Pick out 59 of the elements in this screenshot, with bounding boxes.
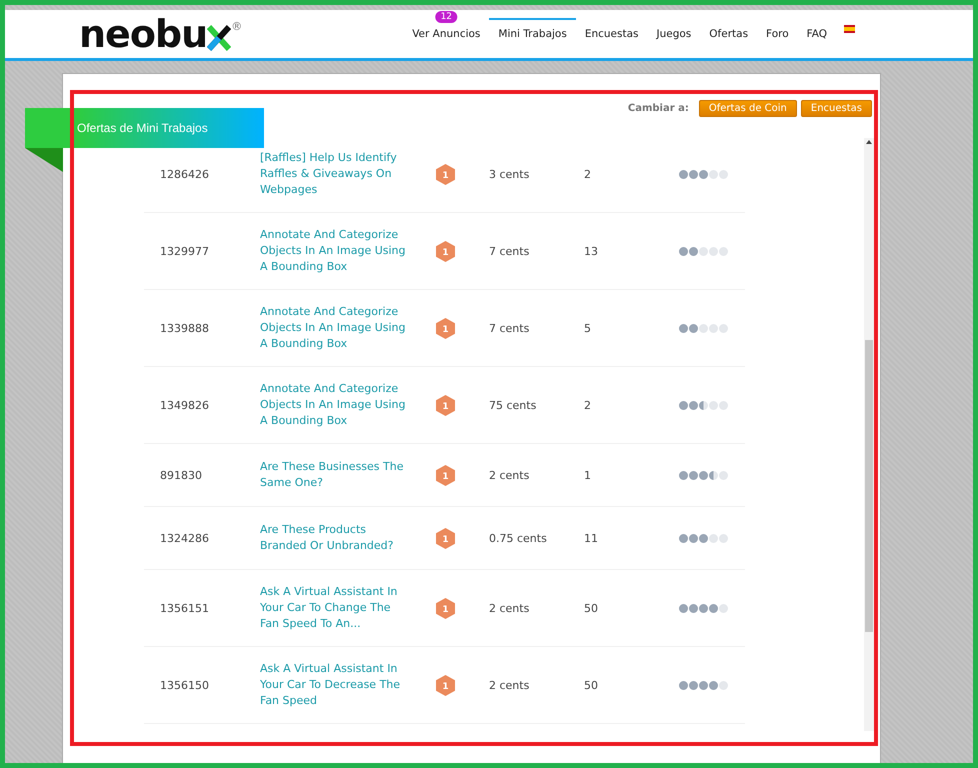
scroll-up-icon[interactable]	[866, 140, 872, 144]
count-badge: 12	[436, 11, 458, 23]
logo: neobu	[79, 14, 208, 54]
task-link[interactable]: Annotate And Categorize Objects In An Image Using A Bounding Box	[260, 381, 410, 429]
task-link[interactable]: Annotate And Categorize Objects In An Image Using A Bounding Box	[260, 304, 410, 352]
task-id: 1356151	[160, 602, 210, 614]
level-badge: 1	[436, 464, 455, 486]
nav-tab[interactable]: Foro	[757, 18, 798, 48]
task-count: 13	[584, 244, 599, 258]
task-link[interactable]: Are These Products Branded Or Unbranded?	[260, 522, 410, 554]
nav-tab[interactable]: Mini Trabajos	[489, 18, 576, 48]
task-id: 1286426	[160, 168, 210, 180]
reward: 75 cents	[489, 398, 538, 412]
level-badge: 1	[436, 394, 455, 416]
task-id: 1356150	[160, 678, 210, 692]
reward: 2 cents	[489, 602, 530, 614]
reward: 2 cents	[489, 468, 530, 482]
reward: 7 cents	[489, 244, 530, 258]
task-count: 5	[584, 322, 592, 334]
reward: 3 cents	[489, 168, 530, 180]
task-count: 2	[584, 398, 592, 412]
level-badge: 1	[436, 674, 455, 696]
task-id: 1349826	[160, 398, 210, 412]
task-link[interactable]: Annotate And Categorize Objects In An Image Using A Bounding Box	[260, 227, 410, 275]
switch-button[interactable]: Ofertas de Coin	[698, 100, 797, 117]
registered-mark: ®	[231, 20, 242, 33]
task-count: 1	[584, 468, 592, 482]
nav-tab[interactable]: FAQ	[798, 18, 836, 48]
task-id: 1339888	[160, 322, 210, 334]
task-count: 50	[584, 602, 599, 614]
reward: 0.75 cents	[489, 532, 548, 544]
switch-button[interactable]: Encuestas	[800, 100, 872, 117]
task-link[interactable]: [Raffles] Help Us Identify Raffles & Giveaways On Webpages	[260, 150, 410, 198]
scrollbar[interactable]	[864, 138, 874, 731]
task-link[interactable]: Ask A Virtual Assistant In Your Car To Change The Fan Speed To An...	[260, 584, 410, 632]
reward: 7 cents	[489, 322, 530, 334]
scroll-thumb[interactable]	[865, 340, 873, 632]
reward: 2 cents	[489, 678, 530, 692]
nav-tab[interactable]: Ofertas	[700, 18, 758, 48]
task-id: 1324286	[160, 532, 210, 544]
task-count: 2	[584, 168, 592, 180]
task-id: 1329977	[160, 244, 210, 258]
task-link[interactable]: Are These Businesses The Same One?	[260, 459, 410, 491]
ribbon-fold	[25, 148, 63, 172]
level-badge: 1	[436, 318, 455, 338]
level-badge: 1	[436, 240, 455, 262]
task-link[interactable]: Ask A Virtual Assistant In Your Car To Decrease The Fan Speed	[260, 661, 410, 709]
task-count: 50	[584, 678, 599, 692]
cross-icon	[207, 25, 232, 51]
section-title: Ofertas de Mini Trabajos	[77, 121, 208, 135]
flag-icon[interactable]	[844, 25, 855, 33]
task-id: 891830	[160, 468, 203, 482]
level-badge: 1	[436, 598, 455, 618]
nav-tab[interactable]: Encuestas	[576, 18, 648, 48]
nav-tab[interactable]: Juegos	[648, 18, 700, 48]
task-count: 11	[584, 532, 599, 544]
switch-label: Cambiar a:	[628, 103, 689, 114]
level-badge: 1	[436, 528, 455, 548]
level-badge: 1	[436, 164, 455, 184]
